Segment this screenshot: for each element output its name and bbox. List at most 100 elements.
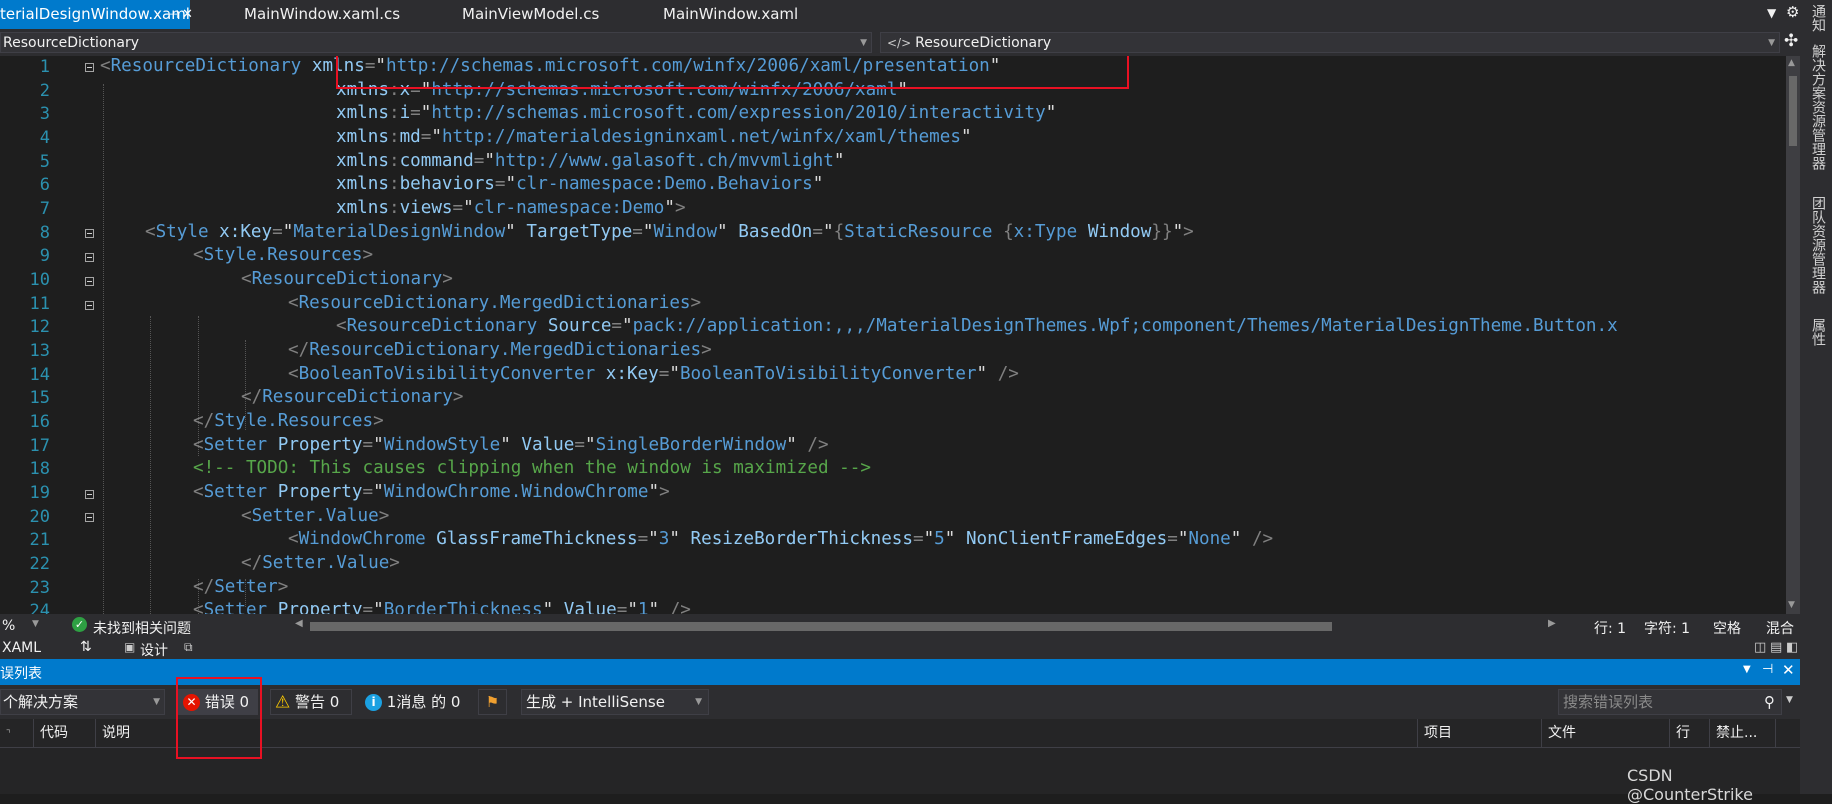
column-header-code[interactable]: 代码 <box>34 719 96 747</box>
code-line-13: </ResourceDictionary.MergedDictionaries> <box>288 340 712 360</box>
sidebar-item-notifications[interactable]: 通知 <box>1808 4 1828 32</box>
code-line-6: xmlns:behaviors="clr-namespace:Demo.Beha… <box>336 174 824 194</box>
error-list-titlebar: 误列表 ▼ ⊣ ✕ <box>0 659 1800 685</box>
vertical-scrollbar[interactable]: ▲ ▼ <box>1786 56 1800 614</box>
line-number: 18 <box>29 459 50 479</box>
code-line-7: xmlns:views="clr-namespace:Demo"> <box>336 198 686 218</box>
code-line-15: </ResourceDictionary> <box>241 387 464 407</box>
popout-icon[interactable]: ⧉ <box>184 640 193 655</box>
line-indicator: 行: 1 <box>1594 621 1627 637</box>
sort-icon: ⌝ <box>6 729 11 740</box>
document-tab-bar: terialDesignWindow.xaml ⊣ ✕ MainWindow.x… <box>0 0 1800 29</box>
code-line-23: </Setter> <box>193 577 289 597</box>
tab-mainviewmodel-cs[interactable]: MainViewModel.cs <box>462 0 599 29</box>
column-header-category[interactable]: ⌝ <box>0 719 34 747</box>
line-ending-indicator[interactable]: 混合 <box>1766 618 1794 638</box>
fold-toggle-icon[interactable] <box>85 63 94 72</box>
messages-filter-button[interactable]: i 1消息 的 0 <box>360 689 467 715</box>
line-number: 9 <box>39 246 50 266</box>
tab-mainwindow-xaml[interactable]: MainWindow.xaml <box>663 0 798 29</box>
design-tab[interactable]: 设计 <box>140 640 168 660</box>
scroll-thumb[interactable] <box>1789 76 1797 146</box>
line-number: 23 <box>29 578 50 598</box>
column-header-line[interactable]: 行 <box>1670 719 1710 747</box>
tab-overflow-icon[interactable]: ▼ <box>1767 6 1776 20</box>
scope-dropdown-value: 个解决方案 <box>3 693 79 711</box>
issues-status[interactable]: 未找到相关问题 <box>93 618 191 638</box>
code-line-11: <ResourceDictionary.MergedDictionaries> <box>288 293 702 313</box>
scroll-down-icon[interactable]: ▼ <box>1788 600 1795 610</box>
pin-icon[interactable]: ⊣ <box>169 0 179 29</box>
line-number: 4 <box>39 128 50 148</box>
code-line-24: <Setter Property="BorderThickness" Value… <box>193 600 691 614</box>
line-number: 7 <box>39 199 50 219</box>
column-header-project[interactable]: 项目 <box>1418 719 1542 747</box>
fold-toggle-icon[interactable] <box>85 513 94 522</box>
chevron-down-icon: ▼ <box>695 697 702 707</box>
tab-mainwindow-xaml-cs[interactable]: MainWindow.xaml.cs <box>244 0 400 29</box>
fold-toggle-icon[interactable] <box>85 490 94 499</box>
scroll-up-icon[interactable]: ▲ <box>1788 58 1795 68</box>
horizontal-scroll-thumb[interactable] <box>310 622 1332 631</box>
chevron-down-icon[interactable]: ▼ <box>32 619 39 629</box>
scroll-right-icon[interactable]: ▶ <box>1548 618 1556 629</box>
fold-toggle-icon[interactable] <box>85 277 94 286</box>
line-number: 2 <box>39 81 50 101</box>
gear-icon[interactable]: ⚙ <box>1786 3 1799 21</box>
pin-icon[interactable]: ⊣ <box>1762 662 1773 677</box>
tab-materialdesignwindow-xaml[interactable]: terialDesignWindow.xaml ⊣ ✕ <box>0 0 193 29</box>
filter-toggle-button[interactable]: ⚑ <box>478 689 507 715</box>
line-number: 8 <box>39 223 50 243</box>
close-icon[interactable]: ✕ <box>1782 661 1795 679</box>
xaml-tab[interactable]: XAML <box>2 640 41 656</box>
space-indicator[interactable]: 空格 <box>1713 618 1741 638</box>
check-circle-icon: ✓ <box>72 617 87 632</box>
column-header-suppression[interactable]: 禁止... <box>1710 719 1776 747</box>
sidebar-item-solution-explorer[interactable]: 解决方案资源管理器 <box>1808 44 1828 170</box>
design-view-icon[interactable]: ▣ <box>124 640 135 654</box>
line-number: 3 <box>39 104 50 124</box>
type-dropdown-value: ResourceDictionary <box>3 35 140 51</box>
search-icon[interactable]: ⚲ <box>1764 690 1775 714</box>
code-line-14: <BooleanToVisibilityConverter x:Key="Boo… <box>288 364 1019 384</box>
code-editor[interactable]: 1 2 3 4 5 6 7 8 9 10 11 12 13 14 15 16 17 18 19 20 21 22 23 24 … <box>0 56 1786 614</box>
column-header-description[interactable]: 说明 <box>96 719 1418 747</box>
sidebar-item-team-explorer[interactable]: 团队资源管理器 <box>1808 196 1828 294</box>
build-filter-dropdown[interactable]: 生成 + IntelliSense ▼ <box>521 689 709 715</box>
close-tab-icon[interactable]: ✕ <box>182 0 193 29</box>
chevron-down-icon[interactable]: ▼ <box>1786 695 1793 705</box>
chevron-down-icon: ▼ <box>860 38 867 48</box>
code-line-18-comment: <!-- TODO: This causes clipping when the… <box>193 458 871 478</box>
sidebar-item-properties[interactable]: 属性 <box>1808 318 1828 346</box>
fold-toggle-icon[interactable] <box>85 229 94 238</box>
warnings-filter-button[interactable]: ⚠ 警告 0 <box>270 689 352 715</box>
swap-panes-icon[interactable]: ⇅ <box>80 639 92 655</box>
column-header-file[interactable]: 文件 <box>1542 719 1670 747</box>
line-number: 14 <box>29 365 50 385</box>
code-line-19: <Setter Property="WindowChrome.WindowChr… <box>193 482 670 502</box>
line-number: 10 <box>29 270 50 290</box>
line-number: 20 <box>29 507 50 527</box>
code-line-20: <Setter.Value> <box>241 506 390 526</box>
split-vertical-icon[interactable]: ▤ <box>1770 640 1782 655</box>
code-line-12: <ResourceDictionary Source="pack://appli… <box>336 316 1618 336</box>
line-number: 11 <box>29 294 50 314</box>
line-number: 5 <box>39 152 50 172</box>
line-number: 13 <box>29 341 50 361</box>
line-number: 1 <box>39 57 50 77</box>
fold-toggle-icon[interactable] <box>85 301 94 310</box>
line-number: 6 <box>39 175 50 195</box>
error-list-body: CSDN @CounterStrike <box>0 748 1800 804</box>
fold-toggle-icon[interactable] <box>85 253 94 262</box>
xmlns-highlight-box <box>336 56 1129 89</box>
scope-dropdown[interactable]: 个解决方案 ▼ <box>0 689 165 715</box>
zoom-level[interactable]: % <box>2 618 15 634</box>
search-error-list-input[interactable]: 搜索错误列表 ⚲ <box>1558 689 1782 715</box>
split-horizontal-icon[interactable]: ◫ <box>1754 640 1766 655</box>
window-menu-icon[interactable]: ▼ <box>1743 664 1751 675</box>
collapse-pane-icon[interactable]: ◧ <box>1786 640 1798 655</box>
type-dropdown[interactable]: ResourceDictionary ▼ <box>0 32 872 53</box>
split-view-icon[interactable]: ✣ <box>1784 31 1798 51</box>
scroll-left-icon[interactable]: ◀ <box>295 618 303 629</box>
member-dropdown[interactable]: </> ResourceDictionary ▼ <box>880 32 1780 53</box>
